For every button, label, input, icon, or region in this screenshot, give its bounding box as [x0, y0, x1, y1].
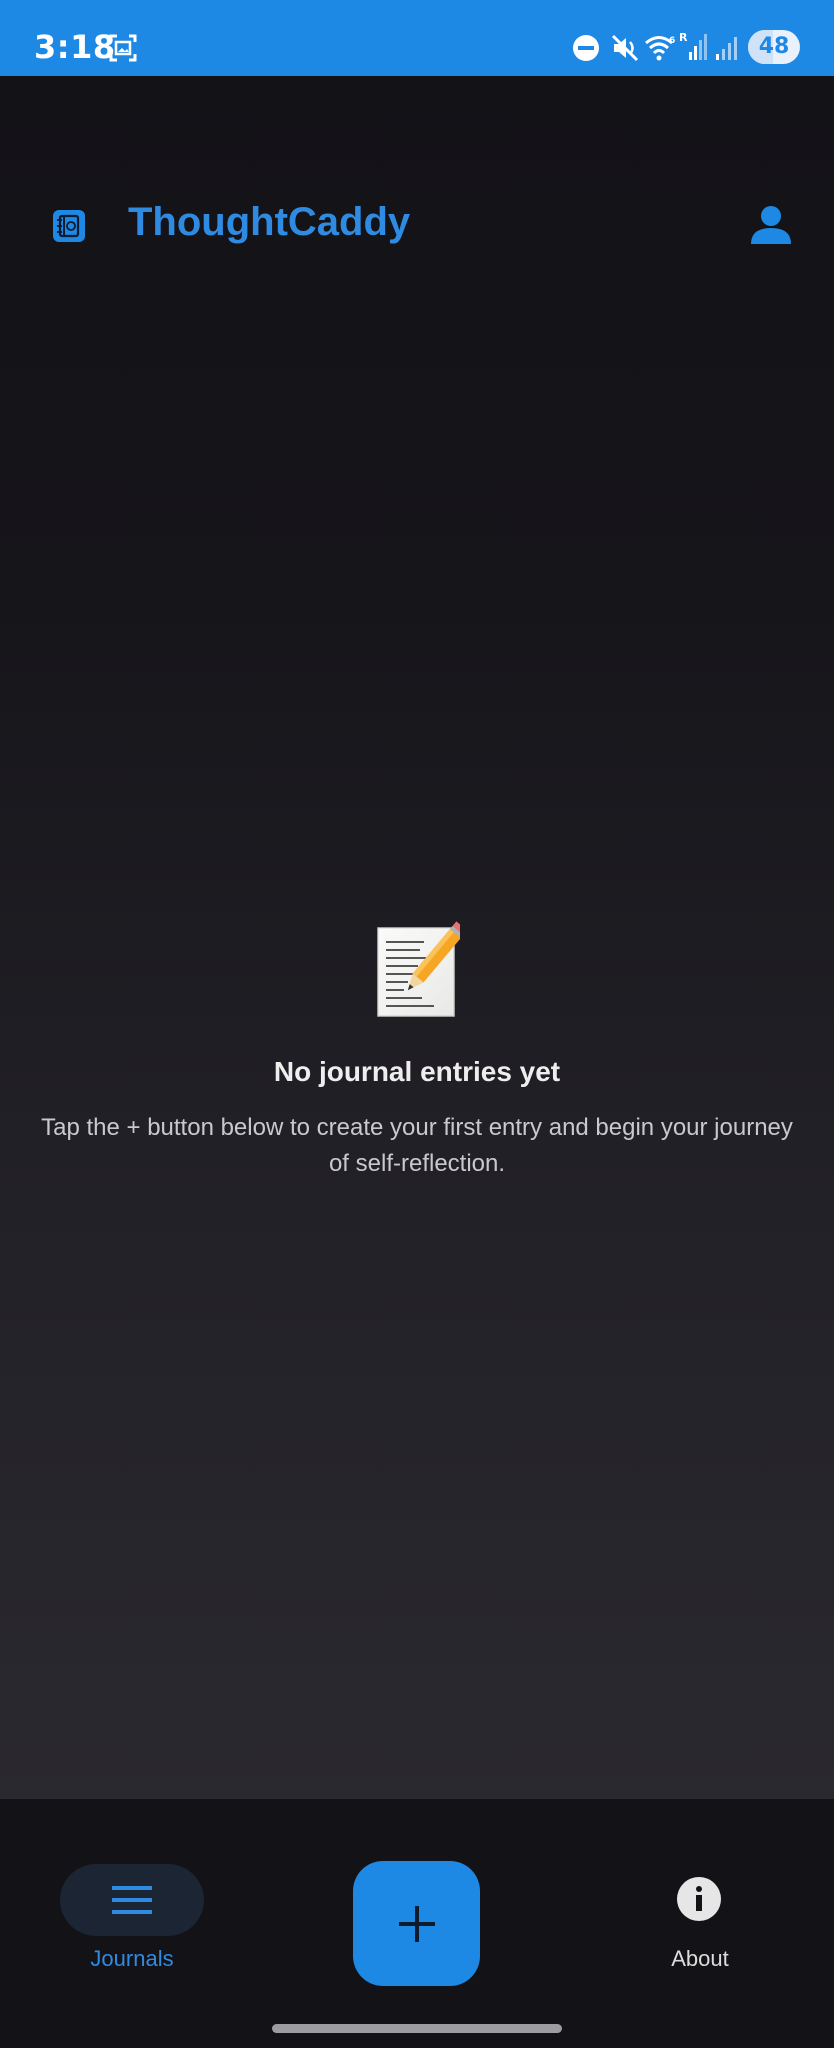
mute-icon — [611, 34, 639, 62]
home-indicator[interactable] — [272, 2024, 562, 2033]
profile-icon[interactable] — [746, 200, 796, 250]
app-title: ThoughtCaddy — [128, 200, 411, 244]
menu-lines-icon — [112, 1886, 152, 1914]
wifi-icon: 6 — [645, 36, 675, 61]
add-entry-button[interactable] — [353, 1861, 480, 1986]
battery-level: 48 — [758, 34, 790, 59]
battery-icon: 48 — [748, 30, 800, 64]
svg-text:R: R — [679, 31, 688, 44]
plus-icon — [399, 1906, 435, 1942]
signal-icon: R — [679, 31, 707, 60]
journal-book-icon — [53, 210, 85, 242]
svg-text:6: 6 — [669, 36, 675, 46]
signal-weak-icon — [716, 37, 737, 60]
screenshot-icon — [109, 34, 137, 62]
nav-journals-label[interactable]: Journals — [52, 1946, 212, 1972]
status-bar: 3:18 6 R 48 — [0, 0, 834, 76]
memo-pencil-icon — [377, 921, 460, 1017]
empty-state-title: No journal entries yet — [273, 1056, 561, 1087]
status-time: 3:18 — [34, 28, 116, 66]
empty-state-description: Tap the + button below to create your fi… — [41, 1114, 793, 1177]
nav-journals-button[interactable] — [60, 1864, 204, 1936]
do-not-disturb-icon — [573, 35, 599, 61]
info-icon[interactable] — [676, 1876, 722, 1922]
nav-about-label[interactable]: About — [620, 1946, 780, 1972]
empty-state: No journal entries yet Tap the + button … — [0, 920, 834, 1182]
